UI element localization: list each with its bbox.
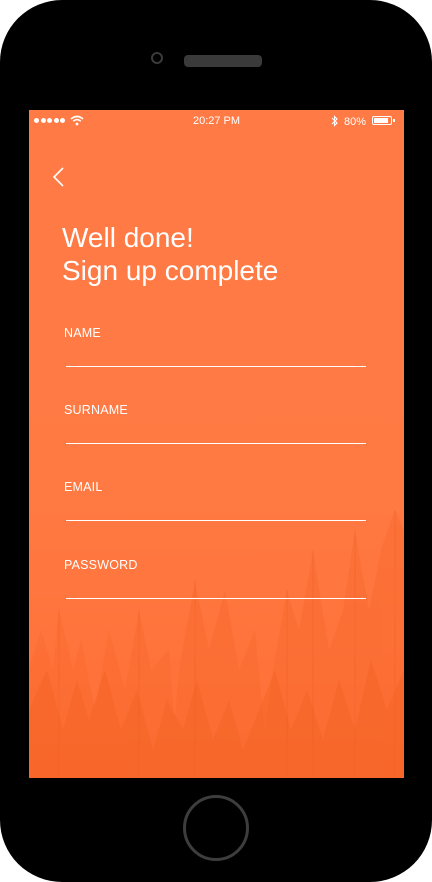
surname-field: SURNAME [64, 403, 366, 444]
name-input[interactable] [66, 344, 366, 367]
phone-frame: 20:27 PM 80% Well done! Sign up complete… [0, 0, 432, 882]
email-field-label: EMAIL [64, 480, 103, 494]
battery-icon [372, 116, 395, 125]
front-camera [151, 52, 163, 64]
password-field-label: PASSWORD [64, 558, 138, 572]
status-bar: 20:27 PM 80% [29, 110, 404, 132]
title-line-1: Well done! [62, 222, 194, 253]
title-line-2: Sign up complete [62, 255, 279, 286]
password-field: PASSWORD [64, 558, 366, 599]
name-field-label: NAME [64, 326, 101, 340]
page-title: Well done! Sign up complete [62, 221, 278, 287]
email-field: EMAIL [64, 480, 366, 521]
name-field: NAME [64, 326, 366, 367]
back-chevron-icon[interactable] [47, 162, 75, 192]
forest-background-image [29, 510, 404, 778]
app-screen: 20:27 PM 80% Well done! Sign up complete… [29, 110, 404, 778]
password-input[interactable] [66, 576, 366, 599]
bluetooth-icon [331, 115, 338, 127]
email-input[interactable] [66, 498, 366, 521]
battery-percentage: 80% [344, 116, 367, 128]
earpiece-speaker [184, 55, 262, 67]
surname-field-label: SURNAME [64, 403, 128, 417]
surname-input[interactable] [66, 421, 366, 444]
home-button[interactable] [183, 795, 249, 861]
